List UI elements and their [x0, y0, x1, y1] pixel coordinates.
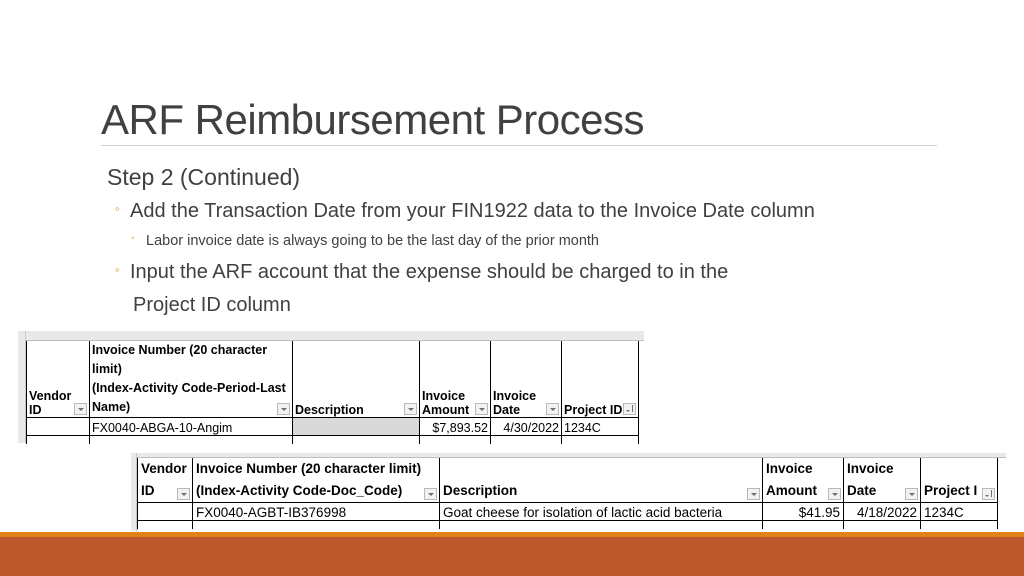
header-text: (Index-Activity Code-Period-Last: [92, 381, 286, 395]
header-invoice-date: Invoice Date: [843, 458, 921, 503]
empty-cell: [292, 435, 420, 444]
header-vendor-id: Vendor ID: [26, 341, 90, 418]
empty-cell: [439, 520, 763, 529]
header-text: Invoice: [422, 389, 466, 403]
sort-filter-icon[interactable]: [623, 403, 636, 415]
header-text: Vendor: [29, 389, 72, 403]
cell-project-id[interactable]: 1234C: [920, 502, 998, 521]
header-text: (Index-Activity Code-Doc_Code): [196, 483, 403, 498]
empty-row: [137, 520, 998, 529]
header-text: Name): [92, 400, 131, 414]
header-project-id: Project I: [920, 458, 998, 503]
bullet-continuation: Project ID column: [133, 294, 291, 316]
empty-cell: [192, 520, 440, 529]
invoice-table: Vendor ID Invoice Number (20 character l…: [137, 458, 998, 529]
bullet-text: Labor invoice date is always going to be…: [146, 233, 599, 249]
empty-cell: [419, 435, 491, 444]
header-invoice-amount: Invoice Amount: [419, 341, 491, 418]
empty-cell: [561, 435, 639, 444]
bullet-circle-icon: ◦: [115, 200, 120, 216]
header-invoice-number: Invoice Number (20 character limit) (Ind…: [89, 341, 293, 418]
filter-dropdown-icon[interactable]: [177, 488, 190, 500]
spreadsheet-labor-example: Vendor ID Invoice Number (20 character l…: [18, 331, 644, 444]
filter-dropdown-icon[interactable]: [828, 488, 841, 500]
slide-title: ARF Reimbursement Process: [101, 96, 645, 143]
table-row: FX0040-ABGA-10-Angim $7,893.52 4/30/2022…: [26, 417, 639, 436]
filter-dropdown-icon[interactable]: [74, 403, 87, 415]
header-text: Invoice: [766, 461, 813, 476]
sub-bullet-labor-date: ◦ Labor invoice date is always going to b…: [131, 231, 599, 251]
filter-dropdown-icon[interactable]: [747, 488, 760, 500]
cell-invoice-amount[interactable]: $41.95: [762, 502, 844, 521]
bullet-circle-icon: ◦: [131, 233, 135, 245]
filter-dropdown-icon[interactable]: [424, 488, 437, 500]
row-gutter: [18, 331, 26, 443]
empty-cell: [137, 520, 193, 529]
header-row: Vendor ID Invoice Number (20 character l…: [137, 458, 998, 503]
bullet-circle-icon: ◦: [115, 261, 120, 277]
table-row: FX0040-AGBT-IB376998 Goat cheese for iso…: [137, 502, 998, 521]
sort-filter-icon[interactable]: [982, 488, 995, 500]
empty-cell: [89, 435, 293, 444]
filter-dropdown-icon[interactable]: [905, 488, 918, 500]
bullet-text: Input the ARF account that the expense s…: [130, 261, 729, 283]
cell-invoice-number[interactable]: FX0040-ABGA-10-Angim: [89, 417, 293, 436]
header-description: Description: [439, 458, 763, 503]
step-heading: Step 2 (Continued): [107, 164, 301, 190]
empty-row: [26, 435, 639, 444]
filter-dropdown-icon[interactable]: [277, 403, 290, 415]
header-description: Description: [292, 341, 420, 418]
footer-bar: [0, 537, 1024, 576]
filter-dropdown-icon[interactable]: [546, 403, 559, 415]
empty-cell: [762, 520, 844, 529]
invoice-table: Vendor ID Invoice Number (20 character l…: [26, 341, 639, 444]
header-text: limit): [92, 362, 122, 376]
header-invoice-amount: Invoice Amount: [762, 458, 844, 503]
header-invoice-number: Invoice Number (20 character limit) (Ind…: [192, 458, 440, 503]
empty-cell: [920, 520, 998, 529]
bullet-text: Add the Transaction Date from your FIN19…: [130, 200, 815, 222]
bullet-arf-account: ◦ Input the ARF account that the expense …: [115, 259, 728, 286]
header-text: Vendor: [141, 461, 187, 476]
cell-vendor-id[interactable]: [137, 502, 193, 521]
filter-dropdown-icon[interactable]: [404, 403, 417, 415]
header-row: Vendor ID Invoice Number (20 character l…: [26, 341, 639, 418]
bullet-transaction-date: ◦ Add the Transaction Date from your FIN1…: [115, 198, 815, 225]
header-vendor-id: Vendor ID: [137, 458, 193, 503]
cell-description[interactable]: Goat cheese for isolation of lactic acid…: [439, 502, 763, 521]
cell-description[interactable]: [292, 417, 420, 436]
header-text: Invoice: [847, 461, 894, 476]
cell-invoice-date[interactable]: 4/30/2022: [490, 417, 562, 436]
empty-cell: [490, 435, 562, 444]
cell-invoice-number[interactable]: FX0040-AGBT-IB376998: [192, 502, 440, 521]
header-project-id: Project ID: [561, 341, 639, 418]
title-divider: [101, 145, 937, 146]
header-text: Description: [443, 483, 518, 498]
column-header-bar: [18, 331, 644, 341]
empty-cell: [26, 435, 90, 444]
header-text: Description: [295, 403, 364, 417]
header-text: Invoice Number (20 character: [92, 343, 268, 357]
spreadsheet-purchase-example: Vendor ID Invoice Number (20 character l…: [131, 453, 1006, 531]
cell-vendor-id[interactable]: [26, 417, 90, 436]
header-text: Invoice Number (20 character limit): [196, 461, 422, 476]
filter-dropdown-icon[interactable]: [475, 403, 488, 415]
cell-invoice-amount[interactable]: $7,893.52: [419, 417, 491, 436]
cell-project-id[interactable]: 1234C: [561, 417, 639, 436]
empty-cell: [843, 520, 921, 529]
cell-invoice-date[interactable]: 4/18/2022: [843, 502, 921, 521]
header-text: Invoice: [493, 389, 537, 403]
header-invoice-date: Invoice Date: [490, 341, 562, 418]
